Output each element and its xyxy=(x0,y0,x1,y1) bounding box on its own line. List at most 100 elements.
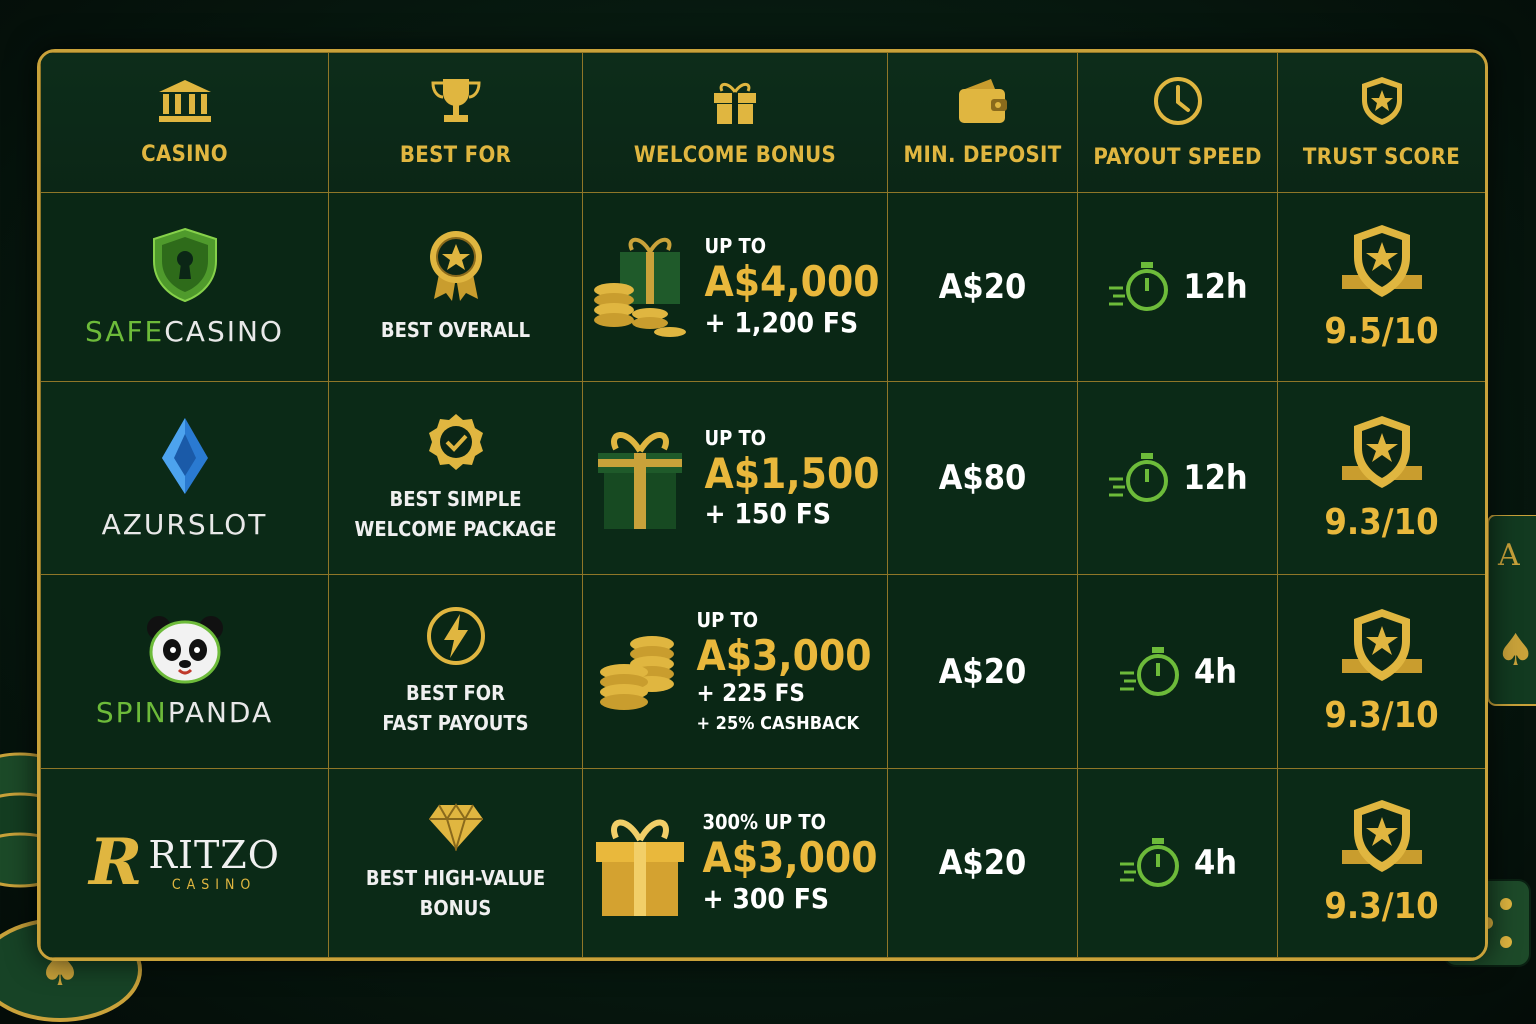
header-min-deposit: MIN. DEPOSIT xyxy=(887,52,1078,193)
panda-logo xyxy=(146,616,223,684)
free-spins: + 225 FS xyxy=(696,679,805,708)
casino-cell[interactable]: SAFECASINO xyxy=(40,191,329,383)
header-label: BEST FOR xyxy=(399,143,512,168)
ritzo-r-mark: R xyxy=(89,825,143,901)
best-for-cell: BEST OVERALL xyxy=(328,191,583,383)
gift-icon xyxy=(714,82,756,124)
table-row: SPINPANDA BEST FOR FAST PAYOUTS UP TO A$… xyxy=(40,574,1485,769)
free-spins: + 300 FS xyxy=(702,881,830,915)
payout-cell: 4h xyxy=(1077,767,1278,958)
free-spins: + 1,200 FS xyxy=(704,305,859,339)
header-row: CASINO BEST FOR WELCOME BONUS MIN. DEPOS… xyxy=(40,52,1485,193)
header-casino: CASINO xyxy=(40,52,329,193)
deposit-cell: A$20 xyxy=(887,767,1078,958)
stopwatch-icon xyxy=(1109,453,1169,503)
min-deposit-value: A$80 xyxy=(938,458,1027,499)
header-label: MIN. DEPOSIT xyxy=(903,143,1062,168)
trust-cell: 9.3/10 xyxy=(1277,574,1485,769)
clock-icon xyxy=(1153,77,1202,125)
bonus-amount: A$1,500 xyxy=(704,448,880,498)
shield-star-badge-icon xyxy=(1341,609,1422,682)
award-badge-icon xyxy=(429,231,482,302)
casino-cell[interactable]: SPINPANDA xyxy=(40,574,329,769)
header-payout-speed: PAYOUT SPEED xyxy=(1077,52,1278,193)
bank-icon xyxy=(158,80,211,122)
svg-text:A: A xyxy=(1497,538,1520,573)
header-label: WELCOME BONUS xyxy=(633,143,837,168)
trust-score: 9.5/10 xyxy=(1324,310,1439,352)
trophy-icon xyxy=(430,79,481,122)
stopwatch-icon xyxy=(1119,646,1179,696)
shield-star-icon xyxy=(1361,77,1402,125)
diamond-icon xyxy=(428,803,483,853)
wallet-icon xyxy=(958,79,1007,123)
stopwatch-icon xyxy=(1109,262,1169,312)
table-row: AZURSLOT BEST SIMPLE WELCOME PACKAGE UP T… xyxy=(40,381,1485,576)
casino-cell[interactable]: R RITZO CASINO xyxy=(40,767,329,958)
check-badge-icon xyxy=(428,414,483,471)
stopwatch-icon xyxy=(1119,837,1179,887)
casino-name: RITZO xyxy=(148,832,280,877)
best-for-cell: BEST SIMPLE WELCOME PACKAGE xyxy=(328,381,583,576)
bonus-amount: A$3,000 xyxy=(696,630,872,680)
trust-score: 9.3/10 xyxy=(1324,501,1439,543)
header-label: PAYOUT SPEED xyxy=(1093,145,1262,170)
deposit-cell: A$20 xyxy=(887,191,1078,383)
payout-cell: 12h xyxy=(1077,191,1278,383)
crystal-logo xyxy=(161,417,208,494)
casino-name: AZURSLOT xyxy=(101,507,268,541)
trust-cell: 9.3/10 xyxy=(1277,381,1485,576)
bonus-amount: A$3,000 xyxy=(702,833,878,883)
free-spins: + 150 FS xyxy=(704,496,832,530)
welcome-bonus-cell: UP TO A$3,000 + 225 FS + 25% CASHBACK xyxy=(582,574,888,769)
shield-star-badge-icon xyxy=(1341,224,1422,297)
payout-value: 4h xyxy=(1193,842,1238,883)
best-for-text: BEST FOR FAST PAYOUTS xyxy=(382,680,529,735)
payout-value: 12h xyxy=(1183,458,1248,499)
trust-score: 9.3/10 xyxy=(1324,695,1439,737)
table-row: R RITZO CASINO BEST HIGH-VALUE BONUS 300… xyxy=(40,767,1485,958)
payout-value: 4h xyxy=(1193,651,1238,692)
best-for-text: BEST HIGH-VALUE BONUS xyxy=(365,865,546,920)
best-for-text: BEST SIMPLE WELCOME PACKAGE xyxy=(354,487,557,542)
cashback: + 25% CASHBACK xyxy=(696,712,860,734)
min-deposit-value: A$20 xyxy=(938,267,1027,308)
bonus-prefix: UP TO xyxy=(704,234,767,259)
casino-cell[interactable]: AZURSLOT xyxy=(40,381,329,576)
ritzo-logo: R RITZO CASINO xyxy=(41,825,328,900)
gift-coins-icon xyxy=(594,237,687,338)
coin-stacks-icon xyxy=(600,635,675,710)
trust-score: 9.3/10 xyxy=(1324,886,1439,928)
comparison-board: CASINO BEST FOR WELCOME BONUS MIN. DEPOS… xyxy=(37,49,1488,961)
casino-comparison-table: CASINO BEST FOR WELCOME BONUS MIN. DEPOS… xyxy=(40,52,1485,958)
lightning-icon xyxy=(426,606,485,665)
trust-cell: 9.5/10 xyxy=(1277,191,1485,383)
welcome-bonus-cell: 300% UP TO A$3,000 + 300 FS xyxy=(582,767,888,958)
table-row: SAFECASINO BEST OVERALL UP TO A$4,000 + … xyxy=(40,191,1485,383)
welcome-bonus-cell: UP TO A$1,500 + 150 FS xyxy=(582,381,888,576)
shield-keyhole-logo xyxy=(152,227,217,302)
gold-gift-icon xyxy=(596,819,685,916)
payout-value: 12h xyxy=(1183,267,1248,308)
payout-cell: 4h xyxy=(1077,574,1278,769)
bonus-prefix: 300% UP TO xyxy=(702,810,826,835)
header-label: TRUST SCORE xyxy=(1302,145,1461,170)
header-welcome-bonus: WELCOME BONUS xyxy=(582,52,888,193)
min-deposit-value: A$20 xyxy=(938,651,1027,692)
header-trust-score: TRUST SCORE xyxy=(1277,52,1485,193)
trust-cell: 9.3/10 xyxy=(1277,767,1485,958)
header-best-for: BEST FOR xyxy=(328,52,583,193)
welcome-bonus-cell: UP TO A$4,000 + 1,200 FS xyxy=(582,191,888,383)
deposit-cell: A$80 xyxy=(887,381,1078,576)
best-for-text: BEST OVERALL xyxy=(380,318,531,343)
bonus-prefix: UP TO xyxy=(696,607,759,632)
min-deposit-value: A$20 xyxy=(938,842,1027,883)
deposit-cell: A$20 xyxy=(887,574,1078,769)
casino-subname: CASINO xyxy=(171,876,257,893)
bonus-prefix: UP TO xyxy=(704,425,767,450)
shield-star-badge-icon xyxy=(1341,800,1422,873)
gift-box-icon xyxy=(598,432,683,530)
shield-star-badge-icon xyxy=(1341,415,1422,488)
casino-name: SAFECASINO xyxy=(85,314,284,348)
header-label: CASINO xyxy=(141,142,228,167)
